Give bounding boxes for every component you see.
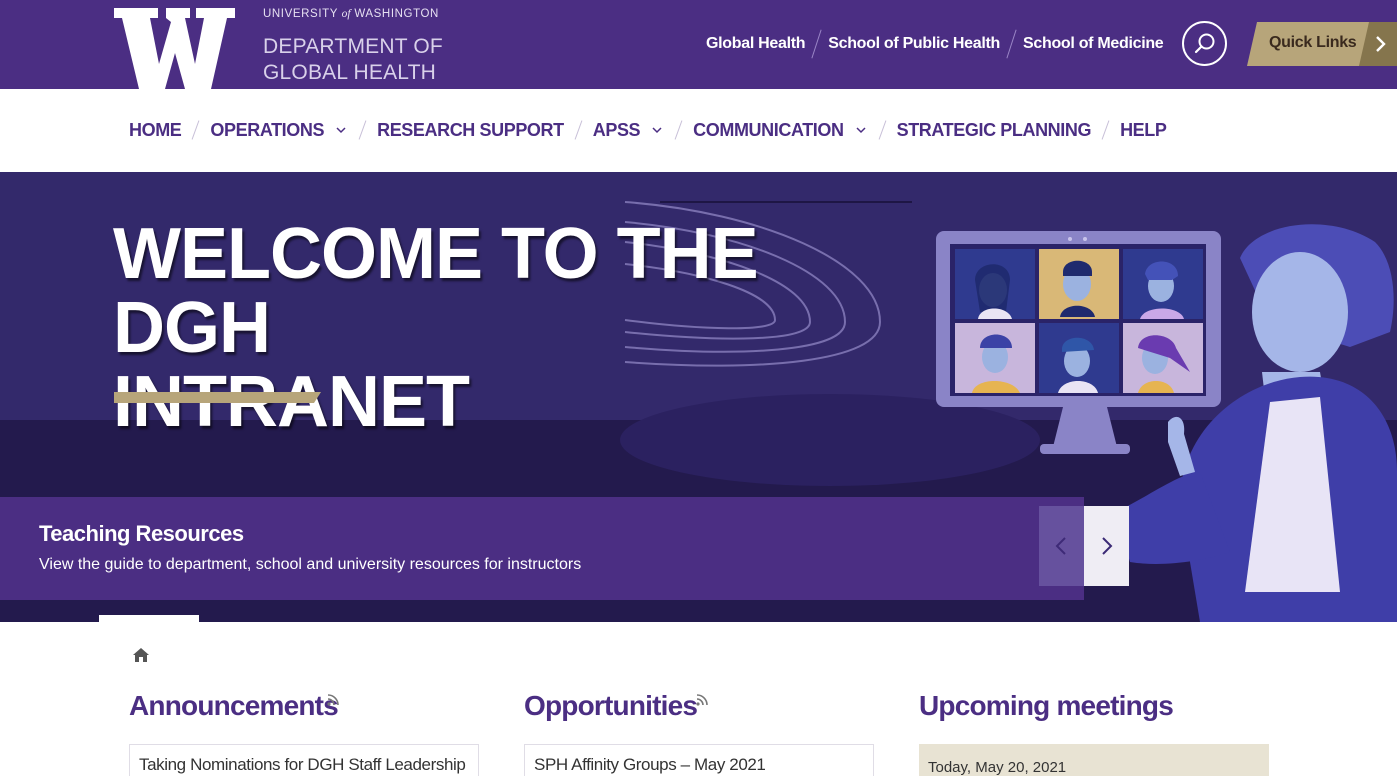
divider bbox=[1006, 29, 1017, 59]
university-name: UNIVERSITY of WASHINGTON bbox=[263, 8, 439, 20]
site-header: UNIVERSITY of WASHINGTON DEPARTMENT OF G… bbox=[0, 0, 1397, 89]
hero-title: WELCOME TO THE DGH INTRANET bbox=[113, 214, 759, 439]
meeting-date: Today, May 20, 2021 bbox=[928, 759, 1067, 776]
quick-links-button[interactable]: Quick Links bbox=[1247, 22, 1397, 66]
department-name[interactable]: DEPARTMENT OF GLOBAL HEALTH bbox=[263, 34, 443, 86]
uw-logo[interactable] bbox=[114, 8, 235, 89]
nav-item-communication[interactable]: COMMUNICATION bbox=[693, 120, 867, 141]
chevron-down-icon[interactable] bbox=[652, 126, 662, 134]
nav-item-strategic-planning[interactable]: STRATEGIC PLANNING bbox=[897, 120, 1092, 141]
list-item[interactable]: Taking Nominations for DGH Staff Leaders… bbox=[129, 744, 479, 776]
hero-accent-bar bbox=[114, 392, 321, 403]
hero-carousel: WELCOME TO THE DGH INTRANET Teaching Res… bbox=[0, 172, 1397, 622]
announcement-link[interactable]: Taking Nominations for DGH Staff Leaders… bbox=[139, 755, 466, 775]
chevron-down-icon[interactable] bbox=[336, 126, 346, 134]
home-icon[interactable] bbox=[131, 645, 151, 665]
link-school-medicine[interactable]: School of Medicine bbox=[1023, 35, 1164, 53]
link-global-health[interactable]: Global Health bbox=[706, 35, 806, 53]
nav-divider bbox=[878, 120, 886, 140]
nav-divider bbox=[358, 120, 367, 140]
nav-divider bbox=[192, 120, 200, 140]
quick-links-label: Quick Links bbox=[1269, 34, 1357, 51]
nav-divider bbox=[574, 120, 583, 140]
rss-icon[interactable] bbox=[327, 694, 339, 706]
nav-divider bbox=[674, 120, 683, 140]
slide-description: View the guide to department, school and… bbox=[39, 556, 582, 573]
slide-title[interactable]: Teaching Resources bbox=[39, 521, 244, 547]
list-item[interactable]: SPH Affinity Groups – May 2021 bbox=[524, 744, 874, 776]
search-icon bbox=[1194, 33, 1215, 54]
opportunities-section: Opportunities SPH Affinity Groups – May … bbox=[524, 690, 874, 776]
link-school-public-health[interactable]: School of Public Health bbox=[828, 35, 1000, 53]
search-button[interactable] bbox=[1182, 21, 1227, 66]
nav-item-help[interactable]: HELP bbox=[1120, 120, 1167, 141]
opportunity-link[interactable]: SPH Affinity Groups – May 2021 bbox=[534, 755, 766, 775]
opportunities-title[interactable]: Opportunities bbox=[524, 690, 698, 722]
slide-caption[interactable]: Teaching Resources View the guide to dep… bbox=[0, 497, 1084, 600]
chevron-down-icon[interactable] bbox=[856, 126, 866, 134]
chevron-right-icon bbox=[1102, 537, 1113, 555]
nav-item-apss[interactable]: APSS bbox=[593, 120, 664, 141]
nav-item-home[interactable]: HOME bbox=[129, 120, 182, 141]
rss-icon[interactable] bbox=[696, 694, 708, 706]
meeting-date-header: Today, May 20, 2021 bbox=[919, 744, 1269, 776]
nav-divider bbox=[1101, 120, 1110, 140]
chevron-right-icon bbox=[1376, 36, 1386, 52]
announcements-title[interactable]: Announcements bbox=[129, 690, 339, 722]
chevron-left-icon bbox=[1055, 537, 1066, 555]
meetings-title: Upcoming meetings bbox=[919, 690, 1174, 721]
nav-item-operations[interactable]: OPERATIONS bbox=[210, 120, 348, 141]
divider bbox=[811, 29, 822, 59]
carousel-prev-button[interactable] bbox=[1039, 506, 1084, 586]
slide-indicator[interactable] bbox=[99, 615, 199, 622]
top-links: Global Health School of Public Health Sc… bbox=[706, 29, 1164, 59]
announcements-section: Announcements Taking Nominations for DGH… bbox=[129, 690, 479, 776]
main-navigation: HOME OPERATIONS RESEARCH SUPPORT APSS CO… bbox=[0, 89, 1397, 172]
meetings-section: Upcoming meetings Today, May 20, 2021 bbox=[919, 690, 1269, 776]
nav-item-research-support[interactable]: RESEARCH SUPPORT bbox=[377, 120, 564, 141]
carousel-next-button[interactable] bbox=[1084, 506, 1129, 586]
